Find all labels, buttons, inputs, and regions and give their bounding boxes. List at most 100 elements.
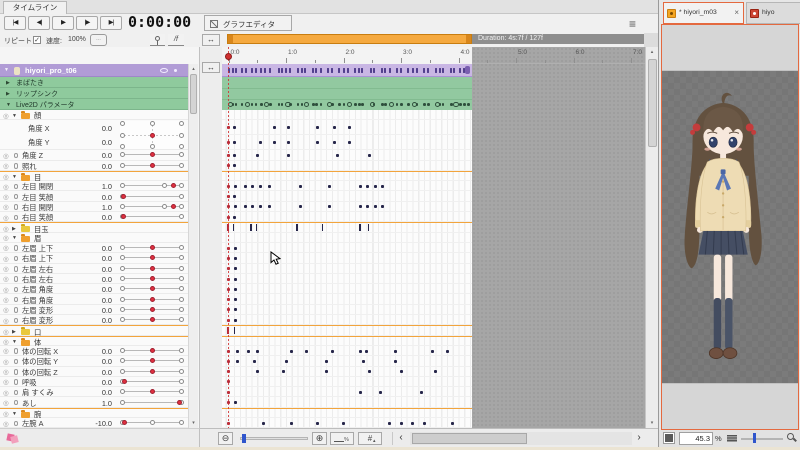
keyframe[interactable] [234, 327, 236, 334]
keyframe[interactable] [282, 370, 285, 373]
keyframe[interactable] [451, 422, 454, 425]
param-slider[interactable] [120, 243, 184, 252]
caret-down-icon[interactable]: ▼ [12, 411, 17, 417]
link-icon[interactable] [14, 245, 18, 251]
timeline-row[interactable] [222, 305, 645, 315]
timeline-row[interactable] [222, 110, 645, 120]
slider-handle[interactable] [150, 348, 155, 353]
timeline-hscrollbar[interactable] [410, 432, 632, 445]
xy-pad-control[interactable] [120, 121, 184, 149]
keyframe[interactable] [423, 103, 426, 106]
link-icon[interactable] [14, 194, 18, 200]
scroll-right-button[interactable]: › [632, 432, 646, 445]
timeline-row[interactable] [222, 181, 645, 191]
param-slider[interactable] [120, 284, 184, 293]
keyframe[interactable] [427, 68, 429, 73]
param-value[interactable]: 1.0 [88, 399, 112, 408]
keyframe[interactable] [251, 205, 254, 208]
keyframe[interactable] [325, 370, 328, 373]
slider-handle[interactable] [150, 163, 155, 168]
folder-row[interactable]: ◎▼目 [0, 171, 188, 181]
keyframe[interactable] [384, 103, 387, 106]
keyframe[interactable] [251, 68, 253, 73]
param-value[interactable]: 0.0 [88, 213, 112, 222]
track-group-live2d-parameters[interactable]: ▼ Live2D パラメータ [0, 99, 188, 110]
slider-handle[interactable] [150, 276, 155, 281]
keyframe[interactable] [343, 68, 345, 73]
keyframe[interactable] [423, 422, 426, 425]
keyframe[interactable] [365, 350, 368, 353]
keyframe[interactable] [394, 350, 397, 353]
param-row[interactable]: ◎右眉 左右0.0 [0, 274, 188, 284]
timeline-row[interactable] [222, 150, 645, 160]
timeline-row[interactable] [222, 274, 645, 284]
keyframe[interactable] [381, 103, 384, 106]
param-row[interactable]: ◎右目 開閉1.0 [0, 202, 188, 212]
caret-right-icon[interactable]: ▶ [12, 329, 16, 335]
timeline-row[interactable] [222, 325, 645, 335]
keyframe[interactable] [463, 103, 466, 106]
link-icon[interactable] [14, 379, 18, 385]
keyframe[interactable] [289, 68, 291, 73]
slider-handle[interactable] [121, 194, 126, 199]
link-icon[interactable] [14, 297, 18, 303]
keyframe[interactable] [320, 68, 322, 73]
param-row[interactable]: ◎左眉 角度0.0 [0, 284, 188, 294]
scrollbar-thumb[interactable] [648, 59, 657, 147]
keyframe[interactable] [234, 267, 237, 270]
keyframe[interactable] [327, 68, 329, 73]
keyframe[interactable] [233, 154, 236, 157]
keyframe[interactable] [396, 68, 398, 73]
timeline-row[interactable] [222, 356, 645, 366]
param-slider[interactable] [120, 212, 184, 221]
target-icon[interactable]: ◎ [3, 112, 9, 120]
keyframe[interactable] [316, 141, 319, 144]
keyframe[interactable] [297, 68, 299, 73]
keyframe[interactable] [285, 360, 288, 363]
timeline-row[interactable] [222, 233, 645, 243]
param-row[interactable]: ◎体の回転 Z0.0 [0, 367, 188, 377]
view-options-icon[interactable] [727, 435, 737, 442]
slider-handle[interactable] [150, 317, 155, 322]
slider-handle[interactable] [150, 286, 155, 291]
caret-right-icon[interactable]: ▶ [12, 226, 16, 232]
timeline-row[interactable] [222, 315, 645, 325]
keyframe[interactable] [287, 154, 290, 157]
keyframe[interactable] [420, 391, 423, 394]
param-slider[interactable] [120, 150, 184, 159]
keyframe[interactable] [234, 401, 237, 404]
keyframe[interactable] [450, 103, 453, 106]
param-value[interactable]: 0.0 [88, 162, 112, 171]
timeline-row[interactable] [222, 418, 645, 428]
timeline-row[interactable] [222, 294, 645, 304]
keyframe[interactable] [379, 391, 382, 394]
keyframe[interactable] [366, 205, 369, 208]
keyframe[interactable] [269, 68, 271, 73]
magnifier-icon[interactable] [787, 433, 794, 440]
keyframe[interactable] [234, 278, 237, 281]
speed-value[interactable]: 100% [68, 36, 86, 43]
param-slider[interactable] [120, 387, 184, 396]
slider-handle[interactable] [121, 214, 126, 219]
param-value[interactable]: 0.0 [88, 378, 112, 387]
keyframe[interactable] [343, 103, 346, 106]
param-value[interactable]: 0.0 [88, 254, 112, 263]
slider-handle[interactable] [122, 379, 127, 384]
keyframe[interactable] [348, 126, 351, 129]
keyframe[interactable] [296, 224, 298, 231]
keyframe[interactable] [273, 126, 276, 129]
timeline-row[interactable] [222, 346, 645, 356]
keyframe[interactable] [373, 103, 376, 106]
keyframe[interactable] [412, 68, 414, 73]
param-slider[interactable] [120, 161, 184, 170]
keyframe[interactable] [273, 141, 276, 144]
keyframe[interactable] [245, 102, 251, 108]
param-value[interactable]: 0.0 [88, 265, 112, 274]
keyframe[interactable] [290, 350, 293, 353]
keyframe[interactable] [259, 205, 262, 208]
target-icon[interactable]: ◎ [3, 244, 9, 252]
param-row[interactable]: ◎左眉 変形0.0 [0, 305, 188, 315]
param-value[interactable]: 0.0 [88, 296, 112, 305]
keyframe[interactable] [281, 103, 284, 106]
param-row[interactable]: ◎右眉 変形0.0 [0, 315, 188, 325]
